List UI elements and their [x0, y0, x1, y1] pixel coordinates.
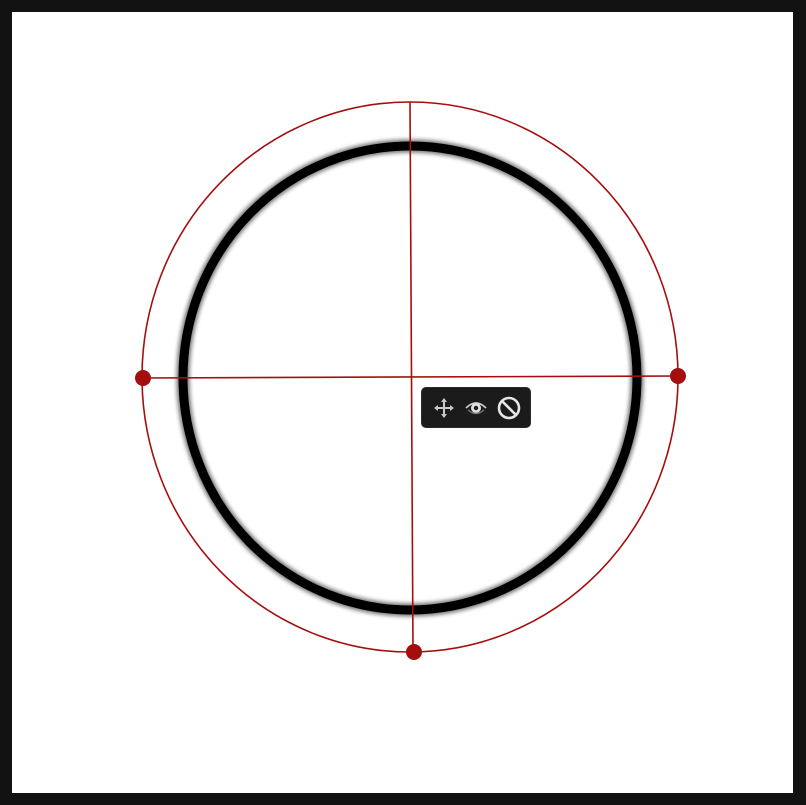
right-handle[interactable]	[670, 368, 686, 384]
eye-icon	[465, 401, 487, 414]
move-guide-button[interactable]	[429, 393, 459, 423]
app-frame	[0, 0, 806, 805]
canvas-overlay	[135, 101, 686, 660]
guide-toolbar	[421, 387, 531, 428]
horizontal-axis	[142, 375, 679, 379]
bottom-handle[interactable]	[406, 644, 422, 660]
prohibit-icon	[497, 396, 520, 419]
disable-guide-button[interactable]	[494, 393, 524, 423]
left-handle[interactable]	[135, 370, 151, 386]
move-arrows-icon	[433, 397, 454, 418]
toggle-visibility-button[interactable]	[461, 393, 491, 423]
